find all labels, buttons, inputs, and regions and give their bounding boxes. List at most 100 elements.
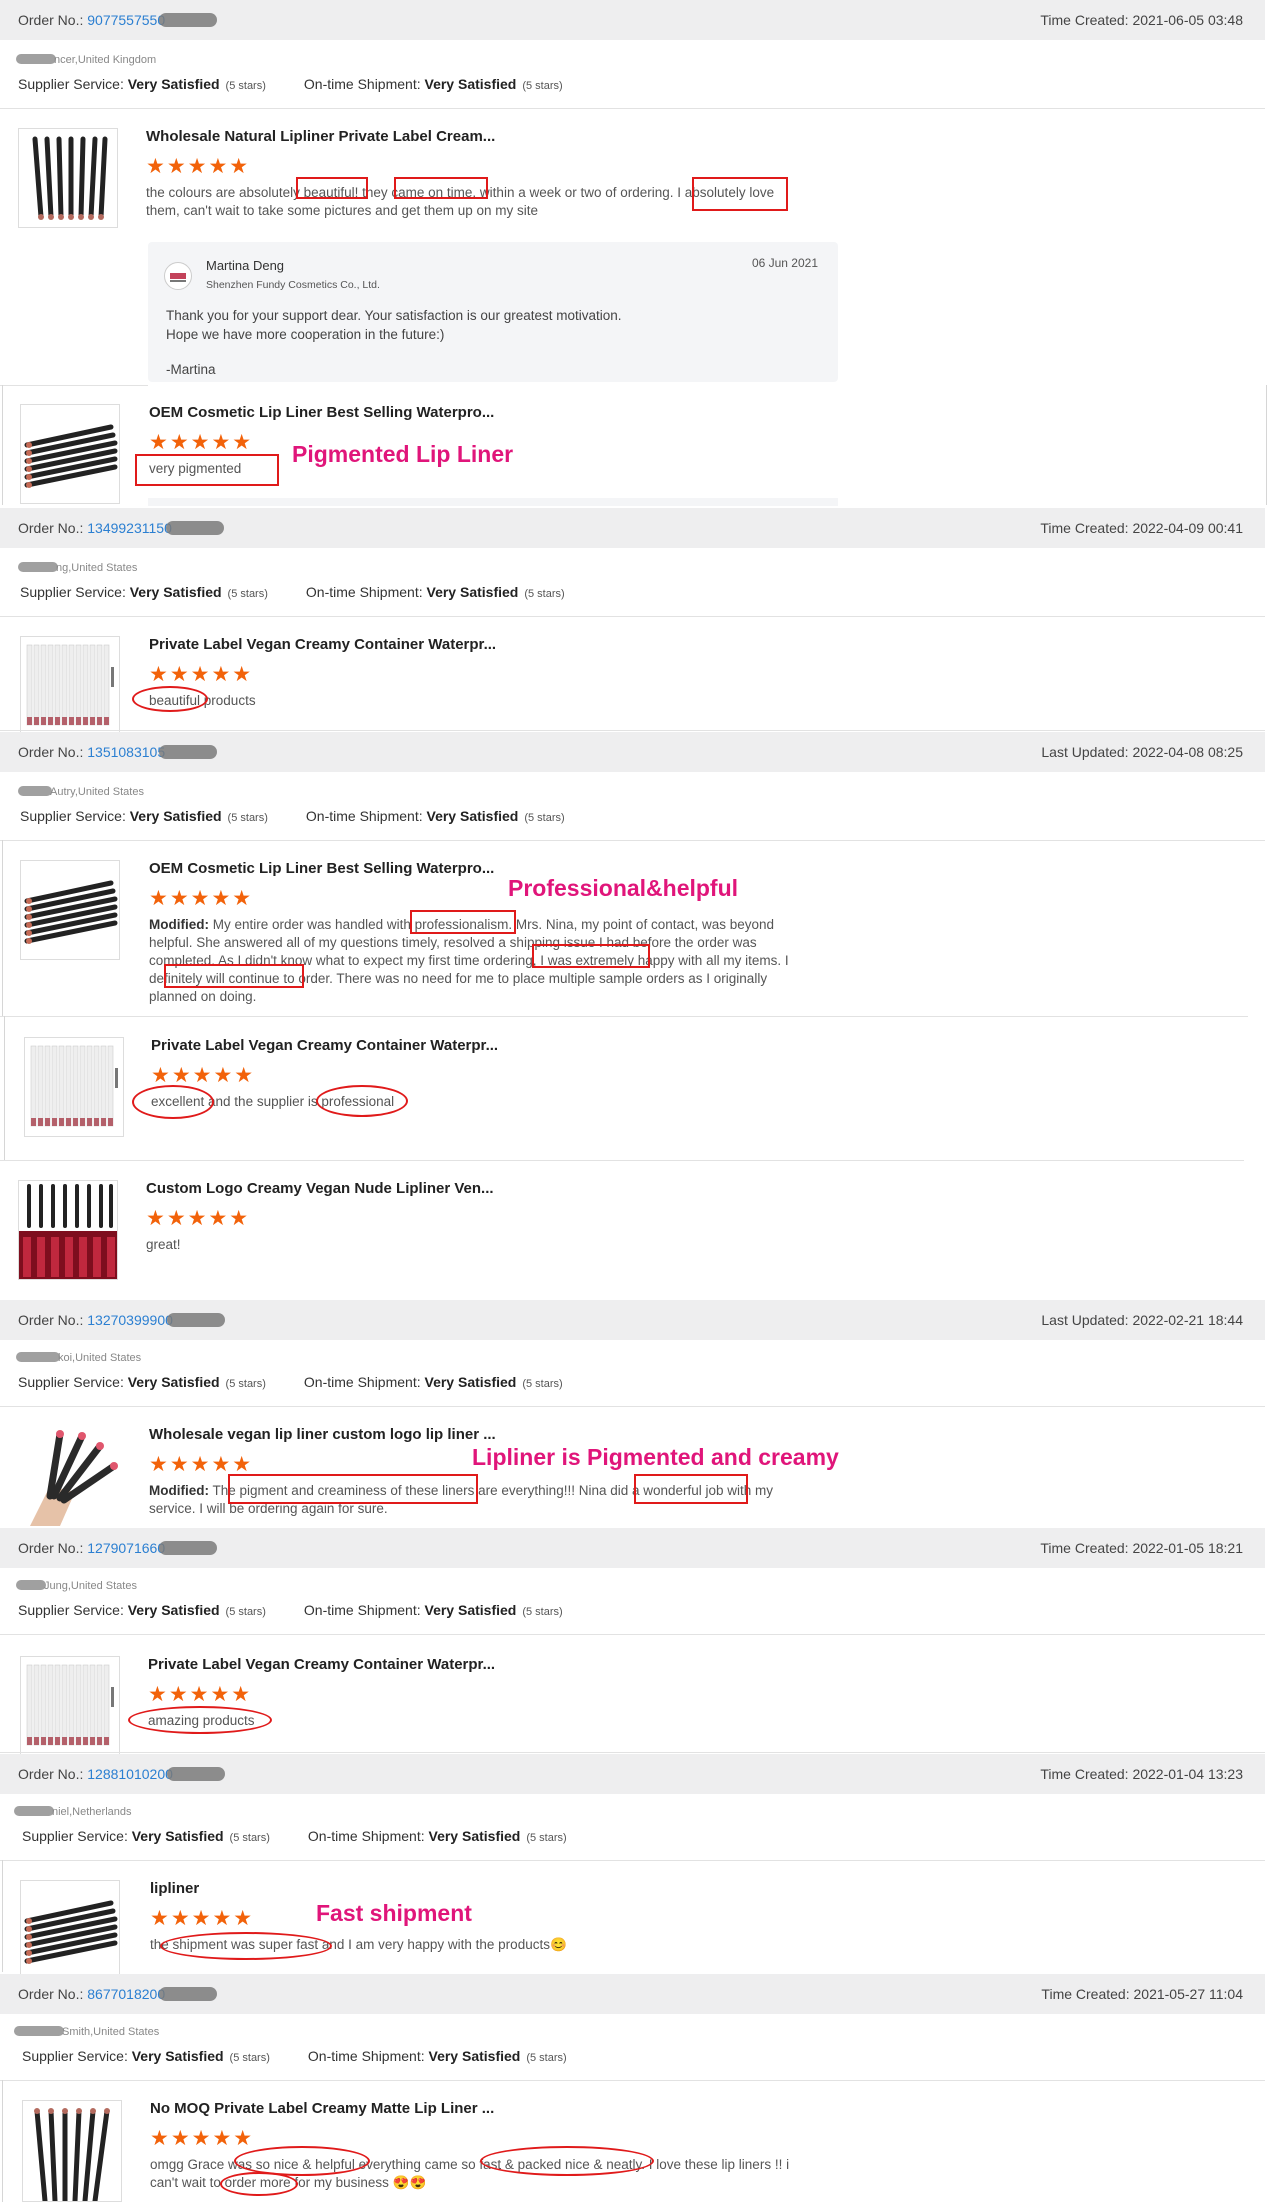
divider <box>2 385 3 505</box>
divider <box>0 1016 1248 1017</box>
product-thumbnail[interactable] <box>20 860 120 960</box>
reply-text: Thank you for your support dear. Your sa… <box>166 308 622 323</box>
order-number-link[interactable]: 1351083105 <box>87 744 165 760</box>
star-rating: ★★★★★ <box>150 2127 255 2150</box>
star-rating: ★★★★★ <box>146 1207 251 1230</box>
reply-text: Hope we have more cooperation in the fut… <box>166 327 445 342</box>
order-number-link[interactable]: 13270399900 <box>87 1312 173 1328</box>
product-title[interactable]: OEM Cosmetic Lip Liner Best Selling Wate… <box>149 404 494 421</box>
product-title[interactable]: lipliner <box>150 1880 199 1897</box>
redaction-mark <box>159 13 218 27</box>
buyer-info: Autry,United States <box>18 786 144 798</box>
order-header: Order No.: 9077557550 Time Created: 2021… <box>0 0 1265 40</box>
redaction-mark <box>166 1313 225 1327</box>
order-header: Order No.: 12881010200 Time Created: 202… <box>0 1754 1265 1794</box>
order-number-link[interactable]: 1279071660 <box>87 1540 165 1556</box>
redaction-mark <box>159 1987 218 2001</box>
reply-date: 06 Jun 2021 <box>751 256 818 270</box>
product-title[interactable]: Private Label Vegan Creamy Container Wat… <box>149 636 496 653</box>
rating-summary: Supplier Service: Very Satisfied (5 stars… <box>22 1828 567 1844</box>
highlight-ellipse <box>160 1932 332 1960</box>
rating-summary: Supplier Service: Very Satisfied (5 stars… <box>20 584 565 600</box>
star-rating: ★★★★★ <box>146 155 251 178</box>
buyer-info: niel,Netherlands <box>14 1806 132 1818</box>
order-number-link[interactable]: 13499231150 <box>87 520 172 536</box>
order-number-link[interactable]: 9077557550 <box>87 12 165 28</box>
highlight-box <box>410 910 516 934</box>
highlight-ellipse <box>316 1085 408 1117</box>
star-rating: ★★★★★ <box>149 1453 254 1476</box>
order-header: Order No.: 1351083105 Last Updated: 2022… <box>0 732 1265 772</box>
buyer-info: ng,United States <box>18 562 137 574</box>
order-header: Order No.: 13270399900 Last Updated: 202… <box>0 1300 1265 1340</box>
annotation-label: Lipliner is Pigmented and creamy <box>472 1444 839 1470</box>
product-title[interactable]: Custom Logo Creamy Vegan Nude Lipliner V… <box>146 1180 494 1197</box>
highlight-box <box>164 964 304 988</box>
review-comment: great! <box>146 1237 181 1252</box>
order-number-link[interactable]: 12881010200 <box>87 1766 173 1782</box>
product-thumbnail[interactable] <box>20 636 120 736</box>
divider <box>0 1160 1244 1161</box>
divider <box>0 840 1265 841</box>
highlight-box <box>296 177 368 199</box>
product-thumbnail[interactable] <box>18 1180 118 1280</box>
divider <box>0 730 1265 731</box>
order-number-link[interactable]: 8677018200 <box>87 1986 165 2002</box>
product-thumbnail[interactable] <box>18 128 118 228</box>
highlight-ellipse <box>480 2146 654 2176</box>
rating-summary: Supplier Service: Very Satisfied (5 stars… <box>22 2048 567 2064</box>
buyer-info: koi,United States <box>16 1352 141 1364</box>
divider <box>1266 385 1267 505</box>
product-title[interactable]: No MOQ Private Label Creamy Matte Lip Li… <box>150 2100 494 2117</box>
star-rating: ★★★★★ <box>150 1907 255 1930</box>
rating-summary: Supplier Service: Very Satisfied (5 stars… <box>18 1602 563 1618</box>
divider <box>2 2080 3 2202</box>
highlight-box <box>135 454 279 486</box>
reply-author: Martina Deng <box>206 258 285 273</box>
highlight-ellipse <box>128 1706 272 1734</box>
highlight-ellipse <box>132 1085 214 1119</box>
star-rating: ★★★★★ <box>149 663 254 686</box>
product-title[interactable]: Wholesale Natural Lipliner Private Label… <box>146 128 495 145</box>
annotation-label: Professional&helpful <box>508 875 739 901</box>
divider <box>0 385 148 386</box>
time-label: Time Created: <box>1040 12 1129 28</box>
order-header: Order No.: 1279071660 Time Created: 2022… <box>0 1528 1265 1568</box>
order-label: Order No.: <box>18 520 84 536</box>
redaction-mark <box>159 1541 218 1555</box>
product-title[interactable]: OEM Cosmetic Lip Liner Best Selling Wate… <box>149 860 494 877</box>
divider <box>0 1406 1265 1407</box>
buyer-info: Jung,United States <box>16 1580 137 1592</box>
rating-summary: Supplier Service: Very Satisfied (5 stars… <box>18 76 563 92</box>
product-thumbnail[interactable] <box>20 1426 120 1526</box>
divider <box>0 1860 1265 1861</box>
product-thumbnail[interactable] <box>20 404 120 504</box>
divider <box>2 1860 3 1972</box>
order-header: Order No.: 8677018200 Time Created: 2021… <box>0 1974 1265 2014</box>
order-label: Order No.: <box>18 12 84 28</box>
product-thumbnail[interactable] <box>24 1037 124 1137</box>
reply-company: Shenzhen Fundy Cosmetics Co., Ltd. <box>206 279 380 291</box>
rating-summary: Supplier Service: Very Satisfied (5 stars… <box>20 808 565 824</box>
product-title[interactable]: Wholesale vegan lip liner custom logo li… <box>149 1426 496 1443</box>
star-rating: ★★★★★ <box>148 1683 253 1706</box>
product-title[interactable]: Private Label Vegan Creamy Container Wat… <box>148 1656 495 1673</box>
highlight-ellipse <box>220 2172 298 2196</box>
time-value: 2021-06-05 03:48 <box>1132 12 1243 28</box>
product-title[interactable]: Private Label Vegan Creamy Container Wat… <box>151 1037 498 1054</box>
star-rating: ★★★★★ <box>151 1064 256 1087</box>
highlight-box <box>634 1474 748 1504</box>
supplier-reply: Martina Deng Shenzhen Fundy Cosmetics Co… <box>148 242 838 382</box>
product-thumbnail[interactable] <box>20 1656 120 1756</box>
divider <box>2 840 3 1016</box>
highlight-box <box>532 944 650 968</box>
supplier-avatar <box>164 262 192 290</box>
divider <box>0 108 1265 109</box>
divider <box>0 616 1265 617</box>
rating-summary: Supplier Service: Very Satisfied (5 stars… <box>18 1374 563 1390</box>
reply-signature: -Martina <box>166 362 216 377</box>
product-thumbnail[interactable] <box>22 2100 122 2202</box>
product-thumbnail[interactable] <box>20 1880 120 1980</box>
redaction-mark <box>166 1767 225 1781</box>
highlight-box <box>394 177 488 199</box>
